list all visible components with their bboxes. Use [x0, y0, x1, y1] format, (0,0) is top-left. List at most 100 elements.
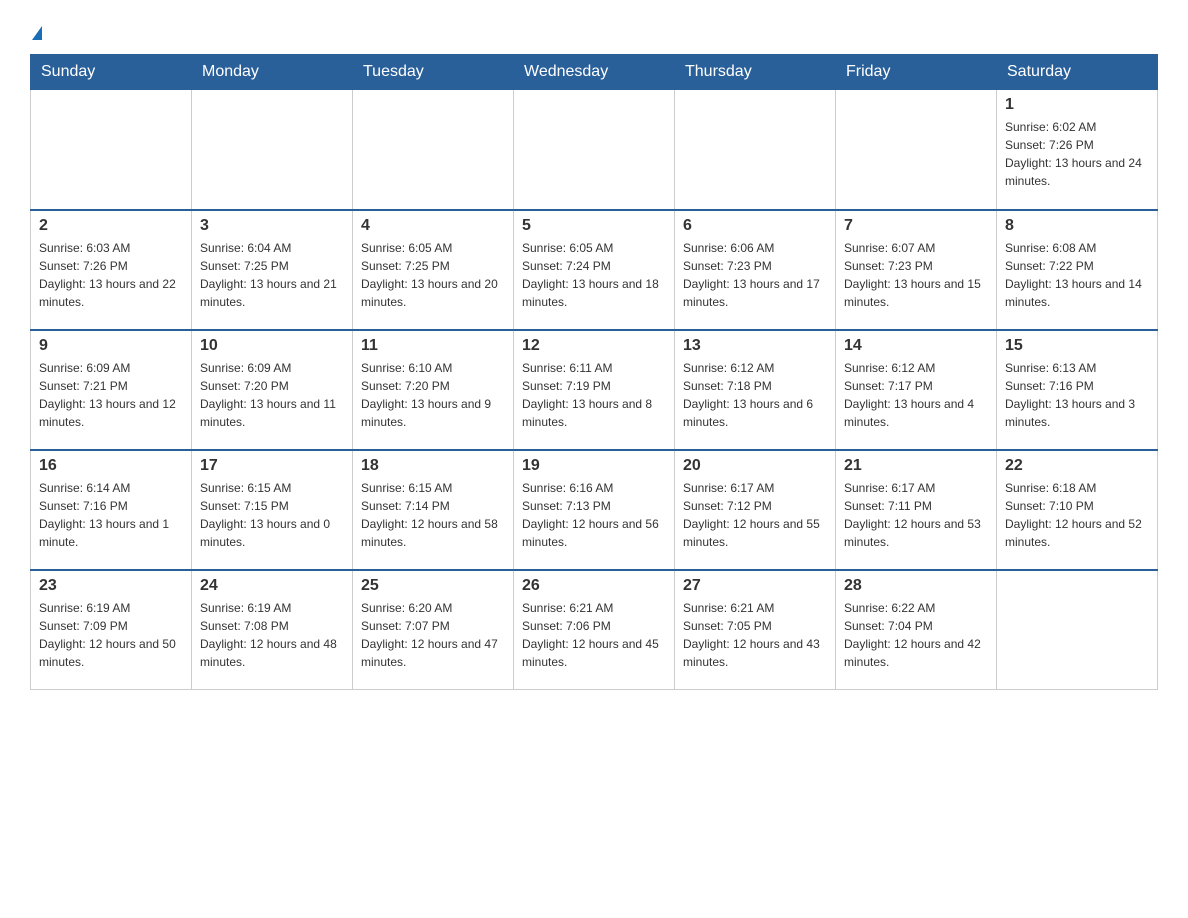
calendar-cell: 26 Sunrise: 6:21 AM Sunset: 7:06 PM Dayli…	[514, 570, 675, 690]
calendar-cell: 4 Sunrise: 6:05 AM Sunset: 7:25 PM Daylig…	[353, 210, 514, 330]
calendar-cell: 18 Sunrise: 6:15 AM Sunset: 7:14 PM Dayli…	[353, 450, 514, 570]
calendar-cell: 16 Sunrise: 6:14 AM Sunset: 7:16 PM Dayli…	[31, 450, 192, 570]
page-header	[30, 20, 1158, 44]
day-number: 22	[1005, 457, 1149, 475]
day-info: Sunrise: 6:07 AM Sunset: 7:23 PM Dayligh…	[844, 239, 988, 311]
day-number: 27	[683, 577, 827, 595]
day-number: 25	[361, 577, 505, 595]
calendar-cell: 13 Sunrise: 6:12 AM Sunset: 7:18 PM Dayli…	[675, 330, 836, 450]
calendar-cell: 27 Sunrise: 6:21 AM Sunset: 7:05 PM Dayli…	[675, 570, 836, 690]
day-info: Sunrise: 6:09 AM Sunset: 7:21 PM Dayligh…	[39, 359, 183, 431]
day-number: 11	[361, 337, 505, 355]
day-info: Sunrise: 6:04 AM Sunset: 7:25 PM Dayligh…	[200, 239, 344, 311]
day-info: Sunrise: 6:17 AM Sunset: 7:11 PM Dayligh…	[844, 479, 988, 551]
calendar-cell	[836, 90, 997, 210]
calendar-week-row: 1Sunrise: 6:02 AM Sunset: 7:26 PM Daylig…	[31, 90, 1158, 210]
calendar-cell	[514, 90, 675, 210]
day-number: 26	[522, 577, 666, 595]
calendar-cell	[31, 90, 192, 210]
weekday-header-tuesday: Tuesday	[353, 55, 514, 90]
calendar-cell: 8 Sunrise: 6:08 AM Sunset: 7:22 PM Daylig…	[997, 210, 1158, 330]
weekday-header-thursday: Thursday	[675, 55, 836, 90]
day-info: Sunrise: 6:03 AM Sunset: 7:26 PM Dayligh…	[39, 239, 183, 311]
day-number: 7	[844, 217, 988, 235]
day-info: Sunrise: 6:22 AM Sunset: 7:04 PM Dayligh…	[844, 599, 988, 671]
calendar-cell: 6 Sunrise: 6:06 AM Sunset: 7:23 PM Daylig…	[675, 210, 836, 330]
day-info: Sunrise: 6:13 AM Sunset: 7:16 PM Dayligh…	[1005, 359, 1149, 431]
calendar-cell: 23 Sunrise: 6:19 AM Sunset: 7:09 PM Dayli…	[31, 570, 192, 690]
calendar-cell	[353, 90, 514, 210]
calendar-cell: 7 Sunrise: 6:07 AM Sunset: 7:23 PM Daylig…	[836, 210, 997, 330]
calendar-cell: 3 Sunrise: 6:04 AM Sunset: 7:25 PM Daylig…	[192, 210, 353, 330]
calendar-week-row: 9Sunrise: 6:09 AM Sunset: 7:21 PM Daylig…	[31, 330, 1158, 450]
calendar-cell: 17 Sunrise: 6:15 AM Sunset: 7:15 PM Dayli…	[192, 450, 353, 570]
calendar-cell: 15 Sunrise: 6:13 AM Sunset: 7:16 PM Dayli…	[997, 330, 1158, 450]
day-info: Sunrise: 6:21 AM Sunset: 7:05 PM Dayligh…	[683, 599, 827, 671]
day-number: 5	[522, 217, 666, 235]
weekday-header-sunday: Sunday	[31, 55, 192, 90]
day-info: Sunrise: 6:11 AM Sunset: 7:19 PM Dayligh…	[522, 359, 666, 431]
calendar-cell: 1Sunrise: 6:02 AM Sunset: 7:26 PM Daylig…	[997, 90, 1158, 210]
day-number: 10	[200, 337, 344, 355]
day-number: 24	[200, 577, 344, 595]
day-number: 3	[200, 217, 344, 235]
day-info: Sunrise: 6:16 AM Sunset: 7:13 PM Dayligh…	[522, 479, 666, 551]
day-info: Sunrise: 6:06 AM Sunset: 7:23 PM Dayligh…	[683, 239, 827, 311]
calendar-cell: 2Sunrise: 6:03 AM Sunset: 7:26 PM Daylig…	[31, 210, 192, 330]
day-info: Sunrise: 6:09 AM Sunset: 7:20 PM Dayligh…	[200, 359, 344, 431]
calendar-cell: 9Sunrise: 6:09 AM Sunset: 7:21 PM Daylig…	[31, 330, 192, 450]
calendar-cell: 20 Sunrise: 6:17 AM Sunset: 7:12 PM Dayli…	[675, 450, 836, 570]
calendar-cell: 22 Sunrise: 6:18 AM Sunset: 7:10 PM Dayli…	[997, 450, 1158, 570]
weekday-header-saturday: Saturday	[997, 55, 1158, 90]
calendar-cell	[997, 570, 1158, 690]
day-number: 8	[1005, 217, 1149, 235]
weekday-header-wednesday: Wednesday	[514, 55, 675, 90]
day-info: Sunrise: 6:19 AM Sunset: 7:09 PM Dayligh…	[39, 599, 183, 671]
calendar-cell	[192, 90, 353, 210]
calendar-cell: 25 Sunrise: 6:20 AM Sunset: 7:07 PM Dayli…	[353, 570, 514, 690]
day-number: 4	[361, 217, 505, 235]
calendar-cell: 5Sunrise: 6:05 AM Sunset: 7:24 PM Daylig…	[514, 210, 675, 330]
day-info: Sunrise: 6:19 AM Sunset: 7:08 PM Dayligh…	[200, 599, 344, 671]
day-number: 23	[39, 577, 183, 595]
logo	[30, 20, 42, 44]
calendar-cell: 21 Sunrise: 6:17 AM Sunset: 7:11 PM Dayli…	[836, 450, 997, 570]
day-info: Sunrise: 6:14 AM Sunset: 7:16 PM Dayligh…	[39, 479, 183, 551]
day-number: 21	[844, 457, 988, 475]
day-info: Sunrise: 6:08 AM Sunset: 7:22 PM Dayligh…	[1005, 239, 1149, 311]
day-number: 15	[1005, 337, 1149, 355]
day-number: 14	[844, 337, 988, 355]
day-number: 18	[361, 457, 505, 475]
day-number: 28	[844, 577, 988, 595]
day-number: 16	[39, 457, 183, 475]
day-number: 13	[683, 337, 827, 355]
day-number: 6	[683, 217, 827, 235]
day-info: Sunrise: 6:10 AM Sunset: 7:20 PM Dayligh…	[361, 359, 505, 431]
calendar-week-row: 2Sunrise: 6:03 AM Sunset: 7:26 PM Daylig…	[31, 210, 1158, 330]
day-info: Sunrise: 6:20 AM Sunset: 7:07 PM Dayligh…	[361, 599, 505, 671]
day-number: 1	[1005, 96, 1149, 114]
calendar-week-row: 16 Sunrise: 6:14 AM Sunset: 7:16 PM Dayli…	[31, 450, 1158, 570]
calendar-table: SundayMondayTuesdayWednesdayThursdayFrid…	[30, 54, 1158, 690]
calendar-cell: 14 Sunrise: 6:12 AM Sunset: 7:17 PM Dayli…	[836, 330, 997, 450]
day-info: Sunrise: 6:15 AM Sunset: 7:14 PM Dayligh…	[361, 479, 505, 551]
weekday-header-friday: Friday	[836, 55, 997, 90]
day-info: Sunrise: 6:12 AM Sunset: 7:18 PM Dayligh…	[683, 359, 827, 431]
weekday-header-monday: Monday	[192, 55, 353, 90]
calendar-cell: 12 Sunrise: 6:11 AM Sunset: 7:19 PM Dayli…	[514, 330, 675, 450]
day-number: 20	[683, 457, 827, 475]
calendar-cell	[675, 90, 836, 210]
calendar-cell: 24 Sunrise: 6:19 AM Sunset: 7:08 PM Dayli…	[192, 570, 353, 690]
day-info: Sunrise: 6:18 AM Sunset: 7:10 PM Dayligh…	[1005, 479, 1149, 551]
day-info: Sunrise: 6:12 AM Sunset: 7:17 PM Dayligh…	[844, 359, 988, 431]
calendar-cell: 10 Sunrise: 6:09 AM Sunset: 7:20 PM Dayli…	[192, 330, 353, 450]
day-number: 12	[522, 337, 666, 355]
calendar-cell: 28 Sunrise: 6:22 AM Sunset: 7:04 PM Dayli…	[836, 570, 997, 690]
day-info: Sunrise: 6:17 AM Sunset: 7:12 PM Dayligh…	[683, 479, 827, 551]
day-number: 19	[522, 457, 666, 475]
calendar-header-row: SundayMondayTuesdayWednesdayThursdayFrid…	[31, 55, 1158, 90]
day-info: Sunrise: 6:15 AM Sunset: 7:15 PM Dayligh…	[200, 479, 344, 551]
day-info: Sunrise: 6:21 AM Sunset: 7:06 PM Dayligh…	[522, 599, 666, 671]
day-number: 17	[200, 457, 344, 475]
day-info: Sunrise: 6:05 AM Sunset: 7:25 PM Dayligh…	[361, 239, 505, 311]
